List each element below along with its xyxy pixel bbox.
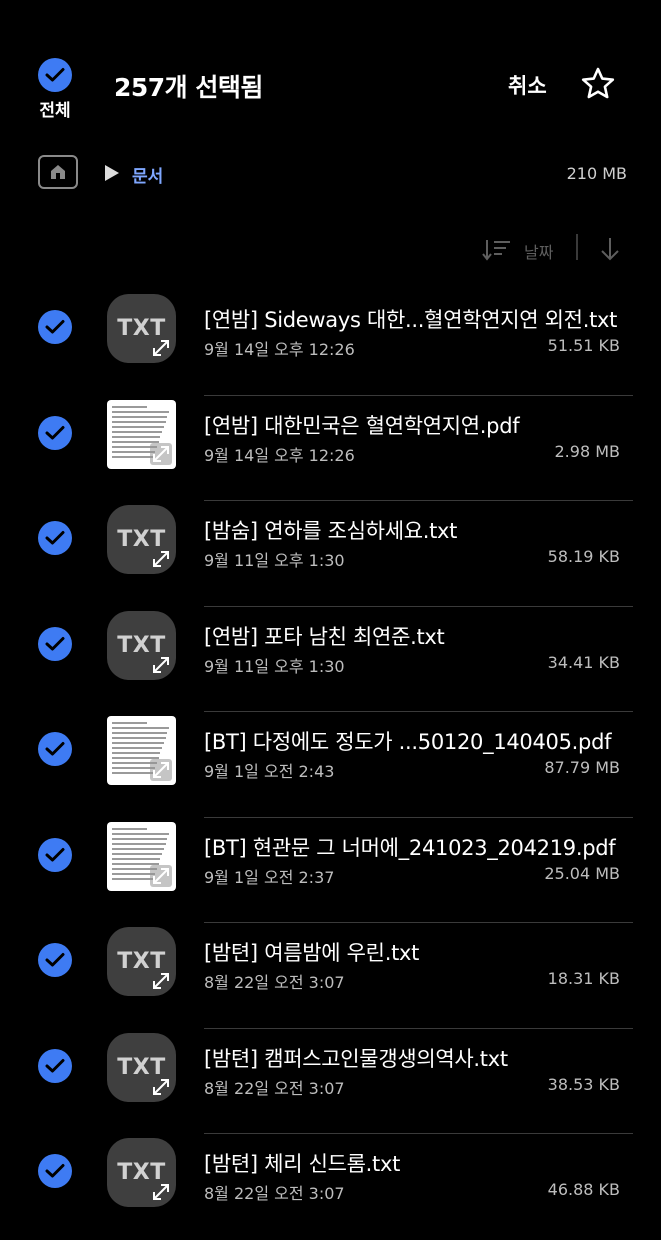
- file-date: 8월 22일 오전 3:07: [204, 1078, 345, 1098]
- txt-file-icon: TXT: [107, 294, 176, 363]
- select-all-toggle[interactable]: 전체: [36, 58, 76, 121]
- file-name: [밤텬] 여름밤에 우린.txt: [204, 941, 420, 965]
- file-date: 8월 22일 오전 3:07: [204, 973, 345, 992]
- expand-icon[interactable]: [150, 337, 172, 359]
- file-row[interactable]: TXT [연밤] 포타 남친 최연준.txt 9월 11일 오후 1:30 34.41…: [0, 607, 661, 712]
- file-date: 9월 14일 오후 12:26: [204, 445, 355, 465]
- file-size: 34.41 KB: [547, 652, 620, 672]
- txt-file-icon: TXT: [107, 1138, 176, 1207]
- txt-file-icon: TXT: [107, 927, 176, 996]
- row-checkbox-icon[interactable]: [38, 521, 72, 555]
- file-row[interactable]: TXT [밤텬] 캠퍼스고인물갱생의역사.txt 8월 22일 오전 3:07 38.…: [0, 1029, 661, 1134]
- row-checkbox-icon[interactable]: [38, 310, 72, 344]
- row-checkbox-icon[interactable]: [38, 837, 72, 872]
- file-row[interactable]: TXT [밤숨] 연하를 조심하세요.txt 9월 11일 오후 1:30 58.19…: [0, 501, 661, 607]
- breadcrumb: 문서 210 MB: [0, 150, 661, 198]
- file-name: [연밤] 포타 남친 최연준.txt: [204, 624, 445, 649]
- file-row[interactable]: [연밤] 대한민국은 혈연학연지연.pdf 9월 14일 오후 12:26 2.98…: [0, 396, 661, 501]
- file-size: 58.19 KB: [547, 547, 620, 566]
- home-icon: [51, 165, 65, 179]
- cancel-button[interactable]: 취소: [508, 70, 547, 100]
- file-name: [연밤] Sideways 대한...혈연학연지연 외전.txt: [204, 308, 618, 332]
- file-list: TXT [연밤] Sideways 대한...혈연학연지연 외전.txt 9월 14…: [0, 290, 661, 1240]
- sort-bar: 날짜: [0, 228, 661, 268]
- row-checkbox-icon[interactable]: [38, 415, 72, 450]
- file-date: 9월 14일 오후 12:26: [204, 340, 355, 359]
- row-checkbox-icon[interactable]: [38, 626, 72, 661]
- file-size: 18.31 KB: [547, 969, 620, 988]
- select-all-label: 전체: [39, 101, 71, 121]
- expand-icon[interactable]: [150, 654, 172, 676]
- pdf-thumbnail: [107, 821, 176, 891]
- file-name: [밤텬] 체리 신드롬.txt: [204, 1152, 401, 1176]
- file-name: [밤숨] 연하를 조심하세요.txt: [204, 519, 458, 543]
- file-date: 9월 1일 오전 2:37: [204, 867, 335, 887]
- file-size: 38.53 KB: [547, 1074, 620, 1094]
- file-date: 9월 11일 오후 1:30: [204, 656, 345, 676]
- row-checkbox-icon[interactable]: [38, 1154, 72, 1188]
- pdf-thumbnail: [107, 399, 176, 469]
- row-checkbox-icon[interactable]: [38, 732, 72, 766]
- sort-order-icon[interactable]: [482, 238, 512, 266]
- breadcrumb-folder[interactable]: 문서: [132, 162, 163, 187]
- row-checkbox-icon[interactable]: [38, 943, 72, 977]
- file-date: 8월 22일 오전 3:07: [204, 1184, 345, 1203]
- file-size: 87.79 MB: [544, 758, 620, 777]
- sort-label[interactable]: 날짜: [524, 239, 553, 263]
- sort-divider: [576, 234, 578, 260]
- file-row[interactable]: TXT [밤텬] 체리 신드롬.txt 8월 22일 오전 3:07 46.88 KB: [0, 1134, 661, 1240]
- file-size: 25.04 MB: [544, 863, 620, 883]
- txt-file-icon: TXT: [107, 610, 176, 680]
- expand-icon[interactable]: [150, 442, 172, 465]
- file-size: 2.98 MB: [554, 441, 621, 461]
- file-row[interactable]: TXT [밤텬] 여름밤에 우린.txt 8월 22일 오전 3:07 18.31 K…: [0, 923, 661, 1029]
- expand-icon[interactable]: [150, 864, 172, 887]
- row-checkbox-icon[interactable]: [38, 1048, 72, 1083]
- file-row[interactable]: [BT] 다정에도 정도가 ...50120_140405.pdf 9월 1일 오…: [0, 712, 661, 818]
- storage-size: 210 MB: [566, 164, 627, 183]
- expand-icon[interactable]: [150, 548, 172, 570]
- file-row[interactable]: [BT] 현관문 그 너머에_241023_204219.pdf 9월 1일 오전…: [0, 818, 661, 923]
- selection-count-title: 257개 선택됨: [114, 73, 263, 102]
- expand-icon[interactable]: [150, 970, 172, 992]
- file-name: [연밤] 대한민국은 혈연학연지연.pdf: [204, 413, 520, 438]
- star-icon[interactable]: [580, 66, 616, 106]
- breadcrumb-arrow-icon: [104, 164, 120, 186]
- file-name: [BT] 다정에도 정도가 ...50120_140405.pdf: [204, 730, 612, 754]
- file-size: 51.51 KB: [547, 336, 620, 355]
- checkmark-icon: [38, 58, 72, 92]
- file-name: [BT] 현관문 그 너머에_241023_204219.pdf: [204, 835, 616, 860]
- file-row[interactable]: TXT [연밤] Sideways 대한...혈연학연지연 외전.txt 9월 14…: [0, 290, 661, 396]
- file-name: [밤텬] 캠퍼스고인물갱생의역사.txt: [204, 1046, 508, 1071]
- file-date: 9월 11일 오후 1:30: [204, 551, 345, 570]
- pdf-thumbnail: [107, 716, 176, 785]
- home-button[interactable]: [38, 155, 78, 189]
- txt-file-icon: TXT: [107, 1032, 176, 1102]
- top-app-bar: 전체 257개 선택됨 취소: [0, 0, 661, 130]
- sort-direction-icon[interactable]: [598, 236, 622, 266]
- expand-icon[interactable]: [150, 759, 172, 781]
- file-size: 46.88 KB: [547, 1180, 620, 1199]
- txt-file-icon: TXT: [107, 505, 176, 574]
- file-date: 9월 1일 오전 2:43: [204, 762, 335, 781]
- expand-icon[interactable]: [150, 1076, 172, 1098]
